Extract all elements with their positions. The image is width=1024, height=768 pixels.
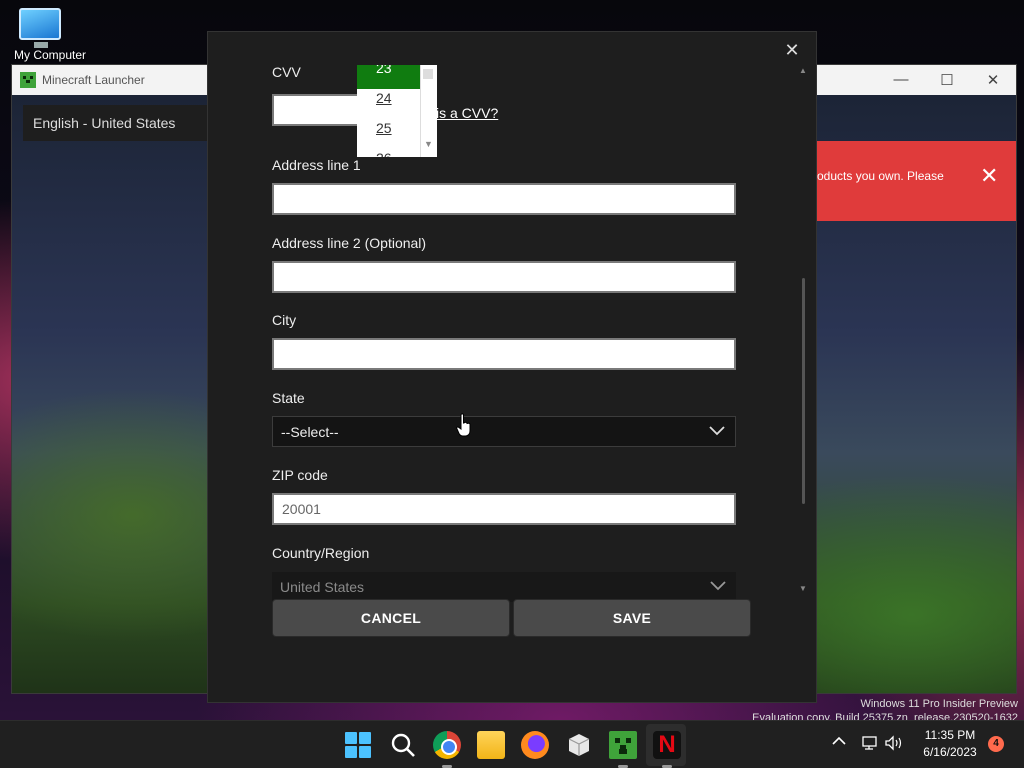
- error-close-button[interactable]: ✕: [980, 163, 998, 189]
- minecraft-icon[interactable]: [609, 731, 637, 768]
- clock-time: 11:35 PM: [924, 728, 976, 742]
- start-icon[interactable]: [344, 731, 372, 759]
- watermark-build: Evaluation copy. Build 25375.zn_release.…: [752, 712, 1018, 720]
- dialog-scrollbar[interactable]: ▲ ▼: [799, 66, 812, 596]
- system-clock[interactable]: 11:35 PM 6/16/2023: [914, 727, 986, 761]
- chrome-icon[interactable]: [433, 731, 461, 768]
- year-option[interactable]: 26: [357, 149, 420, 157]
- chevron-up-icon[interactable]: [832, 736, 846, 746]
- country-label: Country/Region: [272, 545, 370, 561]
- address2-label: Address line 2 (Optional): [272, 235, 427, 251]
- zip-input[interactable]: 20001: [272, 493, 736, 525]
- minimize-button[interactable]: —: [878, 71, 924, 89]
- search-icon[interactable]: [389, 731, 417, 759]
- error-banner: oducts you own. Please ✕: [817, 141, 1016, 221]
- scroll-up-icon[interactable]: ▲: [799, 66, 807, 75]
- dropdown-scrollbar[interactable]: ▼: [421, 65, 437, 157]
- scroll-thumb[interactable]: [802, 278, 805, 504]
- clock-date: 6/16/2023: [923, 745, 977, 759]
- year-option-selected[interactable]: 23: [357, 65, 420, 89]
- year-option[interactable]: 25: [357, 119, 420, 149]
- zip-label: ZIP code: [272, 467, 328, 483]
- save-button[interactable]: SAVE: [513, 599, 751, 637]
- my-computer-shortcut[interactable]: My Computer: [14, 8, 87, 62]
- state-label: State: [272, 390, 305, 406]
- address2-input[interactable]: [272, 261, 736, 293]
- package-icon[interactable]: [565, 731, 593, 759]
- dropdown-scroll-down-icon[interactable]: ▼: [424, 139, 433, 149]
- chevron-down-icon: [709, 426, 725, 436]
- shortcut-label: My Computer: [14, 48, 87, 62]
- netflix-icon[interactable]: N: [653, 731, 681, 768]
- cancel-button[interactable]: CANCEL: [272, 599, 510, 637]
- network-icon: [862, 736, 877, 750]
- window-close-button[interactable]: ✕: [970, 71, 1016, 89]
- year-option[interactable]: 24: [357, 89, 420, 119]
- error-message: oducts you own. Please: [817, 169, 944, 183]
- address1-input[interactable]: [272, 183, 736, 215]
- address1-label: Address line 1: [272, 157, 361, 173]
- expiry-year-dropdown-list[interactable]: 23 24 25 26: [357, 65, 421, 157]
- tray-icons[interactable]: [862, 735, 906, 751]
- cvv-label: CVV: [272, 64, 301, 80]
- country-selected-value: United States: [280, 579, 365, 595]
- notification-badge[interactable]: 4: [988, 736, 1004, 752]
- what-is-cvv-link[interactable]: is a CVV?: [436, 105, 498, 121]
- scroll-down-icon[interactable]: ▼: [799, 584, 807, 593]
- computer-icon: [19, 8, 61, 48]
- minecraft-logo-icon: [20, 72, 36, 88]
- language-select[interactable]: English - United States: [23, 105, 213, 141]
- maximize-button[interactable]: ☐: [924, 71, 970, 89]
- chevron-down-icon: [710, 581, 726, 591]
- volume-icon: [885, 735, 902, 751]
- city-label: City: [272, 312, 297, 328]
- country-select[interactable]: United States: [272, 572, 736, 602]
- dialog-close-button[interactable]: ✕: [782, 40, 802, 60]
- dropdown-scroll-thumb[interactable]: [423, 69, 433, 79]
- state-selected-value: --Select--: [281, 424, 339, 440]
- city-input[interactable]: [272, 338, 736, 370]
- billing-address-dialog: ✕ CVV is a CVV? Address line 1 Address l…: [207, 31, 817, 703]
- state-select[interactable]: --Select--: [272, 416, 736, 447]
- hand-cursor-icon: [456, 413, 471, 437]
- file-explorer-icon[interactable]: [477, 731, 505, 759]
- firefox-icon[interactable]: [521, 731, 549, 759]
